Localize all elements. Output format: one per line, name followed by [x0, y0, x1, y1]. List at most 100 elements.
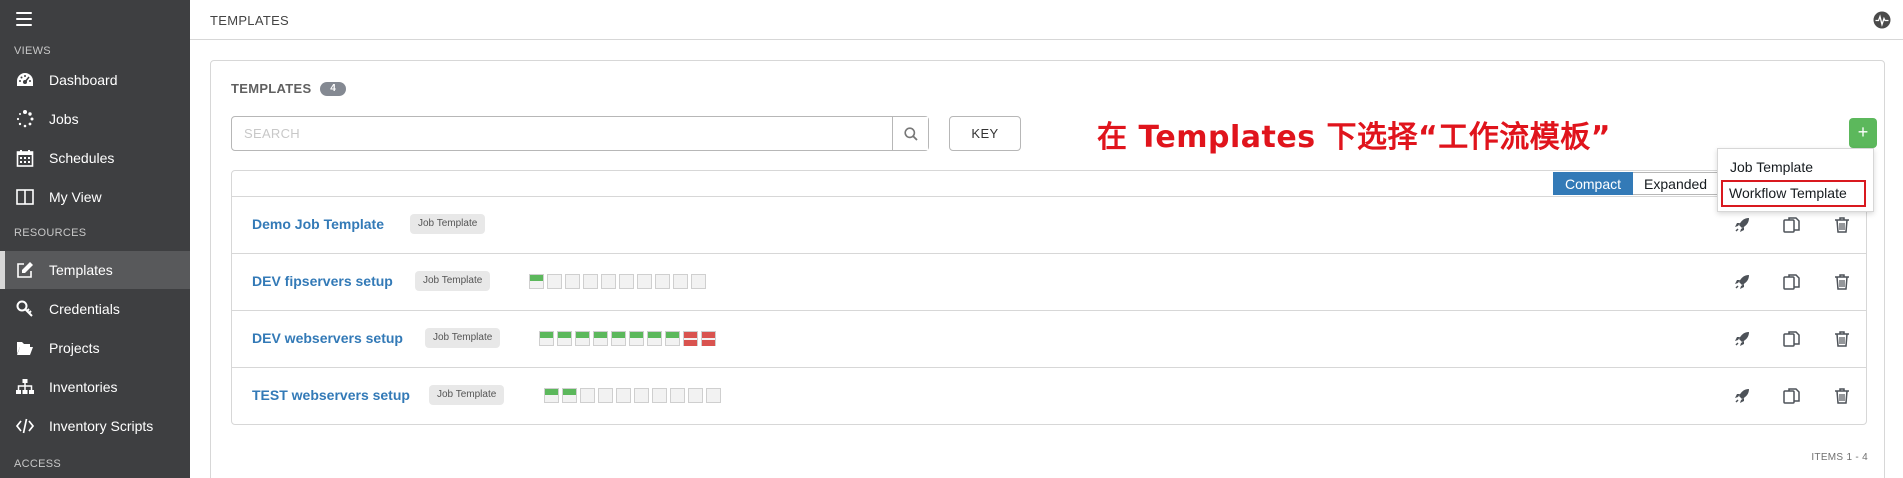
sidebar-item-label: Jobs — [49, 111, 79, 127]
dropdown-item-workflow-template[interactable]: Workflow Template — [1721, 180, 1866, 207]
add-template-dropdown: Job Template Workflow Template — [1717, 148, 1874, 212]
job-status-none[interactable] — [634, 388, 649, 403]
dashboard-icon — [16, 71, 34, 89]
template-name-link[interactable]: DEV fipservers setup — [252, 273, 393, 289]
job-status-none[interactable] — [583, 274, 598, 289]
sidebar-item-label: Dashboard — [49, 72, 118, 88]
folder-open-icon — [16, 339, 34, 357]
search-input[interactable] — [232, 117, 894, 150]
compact-view-button[interactable]: Compact — [1553, 172, 1634, 195]
job-status-none[interactable] — [688, 388, 703, 403]
job-status-ok[interactable] — [647, 331, 662, 346]
sidebar: VIEWS Dashboard Jobs Schedules My View R… — [0, 0, 190, 478]
template-type-badge: Job Template — [415, 271, 491, 291]
job-status-none[interactable] — [565, 274, 580, 289]
breadcrumb[interactable]: TEMPLATES — [210, 13, 289, 28]
launch-icon[interactable] — [1732, 329, 1752, 349]
job-status-none[interactable] — [580, 388, 595, 403]
template-name-link[interactable]: DEV webservers setup — [252, 330, 403, 346]
sidebar-item-schedules[interactable]: Schedules — [0, 139, 190, 177]
job-status-none[interactable] — [619, 274, 634, 289]
job-status-fail[interactable] — [701, 331, 716, 346]
sidebar-item-projects[interactable]: Projects — [0, 329, 190, 367]
copy-icon[interactable] — [1782, 329, 1802, 349]
job-status-sparkline — [529, 274, 706, 289]
dropdown-item-job-template[interactable]: Job Template — [1718, 154, 1875, 181]
template-type-badge: Job Template — [425, 328, 501, 348]
sidebar-item-credentials[interactable]: Credentials — [0, 290, 190, 328]
job-status-ok[interactable] — [539, 331, 554, 346]
job-status-ok[interactable] — [544, 388, 559, 403]
table-row: DEV webservers setup Job Template — [232, 310, 1866, 367]
launch-icon[interactable] — [1732, 272, 1752, 292]
template-type-badge: Job Template — [429, 385, 505, 405]
sidebar-item-my-view[interactable]: My View — [0, 178, 190, 216]
copy-icon[interactable] — [1782, 215, 1802, 235]
job-status-none[interactable] — [598, 388, 613, 403]
job-status-ok[interactable] — [593, 331, 608, 346]
hamburger-menu-icon[interactable] — [16, 12, 32, 28]
job-status-none[interactable] — [616, 388, 631, 403]
key-button[interactable]: KEY — [949, 116, 1021, 151]
job-status-sparkline — [544, 388, 721, 403]
sidebar-item-label: Credentials — [49, 301, 120, 317]
job-status-ok[interactable] — [557, 331, 572, 346]
delete-icon[interactable] — [1832, 272, 1852, 292]
template-name-link[interactable]: Demo Job Template — [252, 216, 384, 232]
top-header: TEMPLATES — [190, 0, 1903, 40]
pencil-square-icon — [16, 261, 34, 279]
job-status-sparkline — [539, 331, 716, 346]
job-status-ok[interactable] — [665, 331, 680, 346]
job-status-ok[interactable] — [562, 388, 577, 403]
delete-icon[interactable] — [1832, 215, 1852, 235]
row-actions — [1732, 386, 1852, 406]
job-status-ok[interactable] — [611, 331, 626, 346]
job-status-none[interactable] — [637, 274, 652, 289]
copy-icon[interactable] — [1782, 386, 1802, 406]
add-button[interactable]: + — [1849, 118, 1877, 148]
count-badge: 4 — [320, 82, 346, 96]
job-status-ok[interactable] — [529, 274, 544, 289]
job-status-none[interactable] — [670, 388, 685, 403]
activity-stream-icon[interactable] — [1873, 11, 1891, 29]
sidebar-item-jobs[interactable]: Jobs — [0, 100, 190, 138]
view-toggle: Compact Expanded — [1553, 172, 1720, 195]
delete-icon[interactable] — [1832, 386, 1852, 406]
section-label-views: VIEWS — [14, 45, 51, 57]
search-box — [231, 116, 929, 151]
expanded-view-button[interactable]: Expanded — [1633, 172, 1720, 195]
sidebar-item-inventories[interactable]: Inventories — [0, 368, 190, 406]
calendar-icon — [16, 149, 34, 167]
sidebar-item-label: Schedules — [49, 150, 115, 166]
job-status-none[interactable] — [601, 274, 616, 289]
job-status-none[interactable] — [691, 274, 706, 289]
row-actions — [1732, 215, 1852, 235]
code-icon — [16, 417, 34, 435]
sidebar-item-inventory-scripts[interactable]: Inventory Scripts — [0, 407, 190, 445]
sidebar-item-templates[interactable]: Templates — [0, 251, 190, 289]
section-label-access: ACCESS — [14, 458, 62, 470]
job-status-none[interactable] — [673, 274, 688, 289]
search-icon — [903, 126, 918, 141]
panel-title: TEMPLATES — [231, 81, 312, 96]
search-button[interactable] — [892, 117, 928, 150]
job-status-none[interactable] — [655, 274, 670, 289]
job-status-ok[interactable] — [629, 331, 644, 346]
copy-icon[interactable] — [1782, 272, 1802, 292]
table-row: TEST webservers setup Job Template — [232, 367, 1866, 424]
annotation-text: 在 Templates 下选择“工作流模板” — [1097, 120, 1611, 155]
launch-icon[interactable] — [1732, 386, 1752, 406]
job-status-none[interactable] — [652, 388, 667, 403]
template-type-badge: Job Template — [410, 214, 486, 234]
templates-list: Compact Expanded Demo Job Template Job T… — [231, 170, 1867, 425]
template-name-link[interactable]: TEST webservers setup — [252, 387, 410, 403]
job-status-ok[interactable] — [575, 331, 590, 346]
job-status-fail[interactable] — [683, 331, 698, 346]
job-status-none[interactable] — [547, 274, 562, 289]
delete-icon[interactable] — [1832, 329, 1852, 349]
spinner-icon — [16, 110, 34, 128]
sidebar-item-dashboard[interactable]: Dashboard — [0, 61, 190, 99]
launch-icon[interactable] — [1732, 215, 1752, 235]
job-status-none[interactable] — [706, 388, 721, 403]
sidebar-item-label: Templates — [49, 262, 113, 278]
